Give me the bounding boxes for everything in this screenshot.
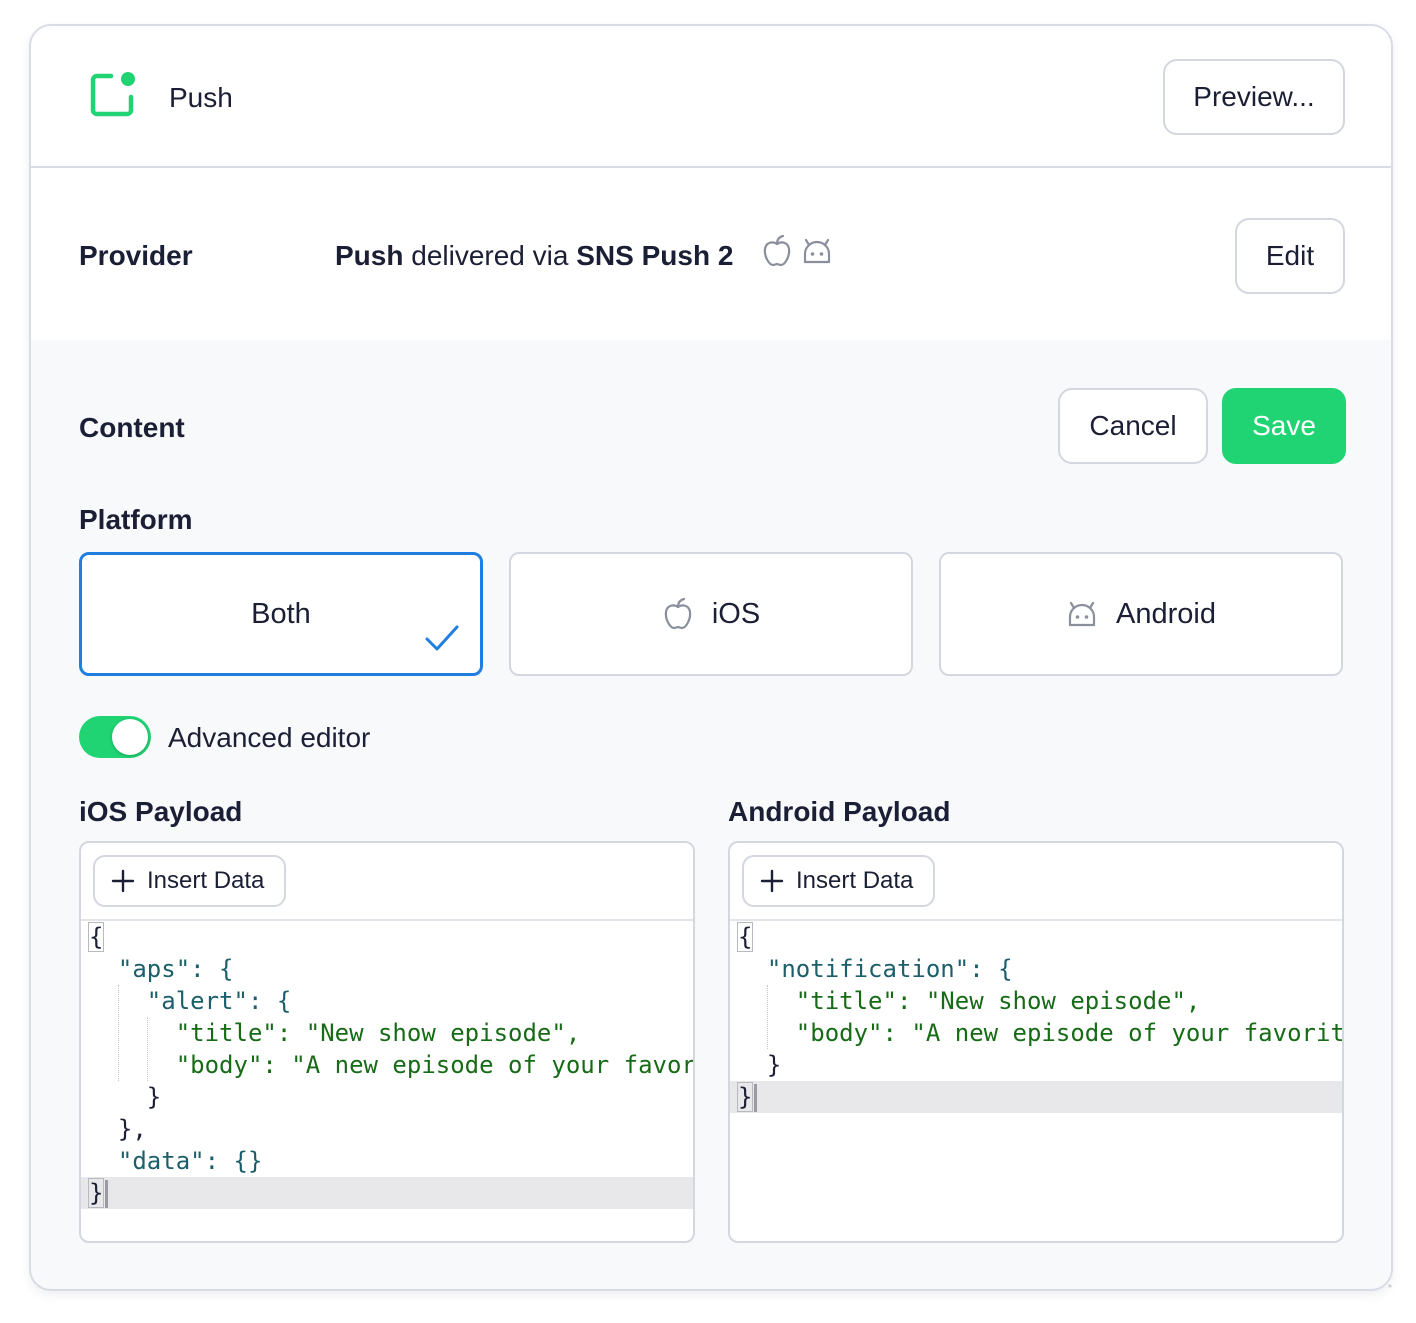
code-line: "title": "New show episode",	[738, 987, 1201, 1015]
code-line: }	[89, 1083, 162, 1111]
apple-icon	[664, 597, 692, 630]
code-line: }	[738, 1051, 782, 1079]
code-line: },	[89, 1115, 147, 1143]
android-payload-label: Android Payload	[728, 796, 951, 827]
insert-data-button[interactable]: Insert Data	[742, 855, 936, 907]
editor-toolbar: Insert Data	[81, 843, 693, 921]
ios-payload-editor[interactable]: Insert Data { "aps": { "alert": { "title…	[79, 841, 695, 1243]
android-icon	[803, 238, 831, 264]
ios-payload-label: iOS Payload	[79, 796, 243, 827]
channel-title: Push	[169, 82, 233, 113]
editor-toolbar: Insert Data	[730, 843, 1342, 921]
insert-data-label: Insert Data	[796, 867, 914, 894]
android-code-area[interactable]: { "notification": { "title": "New show e…	[730, 921, 1342, 1241]
platform-option-label: iOS	[711, 597, 761, 630]
android-payload-editor[interactable]: Insert Data { "notification": { "title":…	[728, 841, 1344, 1243]
checkmark-icon	[425, 625, 459, 651]
provider-channel: Push	[335, 240, 404, 271]
push-icon	[90, 72, 135, 117]
save-button[interactable]: Save	[1222, 388, 1346, 464]
platform-option-ios[interactable]: iOS	[509, 552, 913, 676]
platform-option-android[interactable]: Android	[939, 552, 1343, 676]
platform-label: Platform	[79, 504, 193, 535]
code-line: "notification": {	[738, 955, 1013, 983]
insert-data-label: Insert Data	[147, 867, 265, 894]
edit-provider-button[interactable]: Edit	[1235, 218, 1345, 294]
provider-via-text: delivered via	[403, 240, 577, 271]
code-line: {	[736, 922, 754, 952]
code-line: "data": {}	[89, 1147, 263, 1175]
code-line: "body": "A new episode of your favorit	[738, 1019, 1344, 1047]
advanced-editor-toggle[interactable]	[79, 716, 151, 758]
provider-label: Provider	[79, 240, 193, 271]
plus-icon	[760, 869, 784, 893]
code-line: "alert": {	[89, 987, 292, 1015]
content-label: Content	[79, 412, 185, 443]
plus-icon	[111, 869, 135, 893]
advanced-editor-label: Advanced editor	[168, 722, 371, 753]
code-line: "aps": {	[89, 955, 234, 983]
code-line: {	[87, 922, 105, 952]
provider-platform-icons	[761, 234, 833, 268]
platform-option-label: Android	[1116, 597, 1216, 630]
cancel-button[interactable]: Cancel	[1058, 388, 1208, 464]
apple-icon	[763, 234, 791, 267]
toggle-knob	[112, 719, 148, 755]
android-icon	[1068, 601, 1096, 627]
provider-name: SNS Push 2	[576, 240, 734, 271]
text-cursor	[754, 1084, 758, 1112]
insert-data-button[interactable]: Insert Data	[93, 855, 287, 907]
preview-button[interactable]: Preview...	[1163, 59, 1345, 135]
code-line: "body": "A new episode of your favor	[89, 1051, 695, 1079]
platform-option-label: Both	[251, 597, 311, 630]
code-line-active: }	[730, 1081, 1342, 1113]
card-header: Push Preview...	[31, 26, 1391, 168]
platform-option-both[interactable]: Both	[79, 552, 483, 676]
provider-description: Push delivered via SNS Push 2	[335, 240, 733, 272]
provider-section: Provider Push delivered via SNS Push 2 E…	[31, 168, 1391, 340]
text-cursor	[105, 1180, 109, 1208]
push-channel-card: Push Preview... Provider Push delivered …	[29, 24, 1393, 1291]
code-line-active: }	[81, 1177, 693, 1209]
code-line: "title": "New show episode",	[89, 1019, 581, 1047]
ios-code-area[interactable]: { "aps": { "alert": { "title": "New show…	[81, 921, 693, 1241]
